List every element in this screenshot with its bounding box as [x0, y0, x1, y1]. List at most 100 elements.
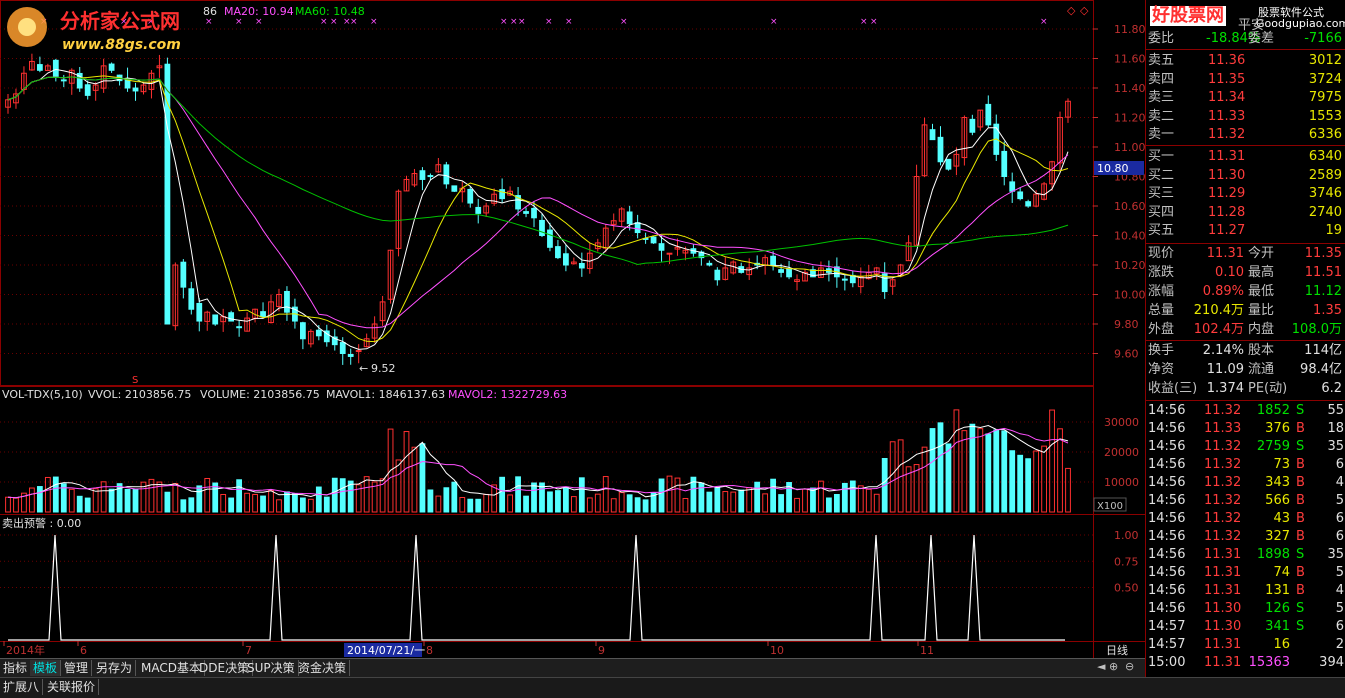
signal-marker-icon: ×: [350, 17, 358, 27]
zoom-out-icon[interactable]: ⊖: [1125, 660, 1134, 673]
volume-bar: [467, 498, 474, 513]
mavol1-line: [7, 424, 1069, 499]
tick-time: 14:57: [1148, 637, 1186, 652]
tick-time: 14:57: [1148, 619, 1186, 634]
toolbar-button[interactable]: 指标: [0, 660, 32, 676]
volume-bar: [188, 497, 195, 513]
sell-level-price: 11.36: [1208, 53, 1246, 68]
sell-level-row: 卖三 11.34 7975: [1146, 89, 1345, 107]
fundamental-label: 收益(三): [1148, 381, 1198, 396]
volume-bar: [212, 482, 219, 513]
fundamental-value: 1.374: [1206, 381, 1244, 396]
sell-level-volume: 6336: [1308, 127, 1342, 143]
cursor-date: 2014/07/21/一: [347, 644, 425, 657]
stat-label: 今开: [1248, 246, 1275, 261]
zoom-in-icon[interactable]: ⊕: [1109, 660, 1118, 673]
tick-price: 11.33: [1204, 421, 1242, 436]
candle-body: [650, 236, 657, 244]
stat-row: 现价 11.31 今开 11.35: [1146, 245, 1345, 263]
volume-bar: [44, 476, 51, 513]
toolbar-button[interactable]: 模板: [30, 660, 62, 676]
signal-marker-icon: ×: [518, 17, 526, 27]
volume-bar: [810, 487, 816, 513]
bottom-toolbar-button[interactable]: 关联报价: [44, 679, 100, 695]
signal-marker-icon: ×: [320, 17, 328, 27]
candle-body: [1009, 181, 1016, 192]
price-tick-label: 9.80: [1114, 318, 1139, 331]
tick-direction: B: [1296, 511, 1305, 526]
stat-label: 外盘: [1148, 322, 1175, 337]
candle-body: [770, 255, 777, 266]
close-icon[interactable]: ◇: [1080, 4, 1089, 17]
volume-bar: [555, 490, 561, 513]
volume-bar: [307, 498, 314, 513]
stat-value: 11.31: [1206, 246, 1244, 261]
candle-body: [315, 329, 322, 337]
candle-body: [228, 312, 235, 322]
volume-bar: [706, 491, 713, 513]
candle-body: [260, 311, 266, 318]
volume-bars: [5, 409, 1071, 513]
ma60-label: MA60: 10.48: [295, 5, 365, 18]
volume-bar: [323, 496, 330, 513]
sell-level-volume: 1553: [1308, 108, 1342, 124]
volume-bar: [451, 481, 458, 513]
toolbar-button[interactable]: 资金决策: [295, 660, 351, 676]
tick-volume: 73: [1273, 457, 1290, 472]
volume-bar: [1009, 450, 1016, 513]
stat-label: 量比: [1248, 303, 1275, 318]
period-label[interactable]: 日线: [1106, 643, 1128, 657]
candle-body: [666, 252, 673, 255]
volume-bar: [268, 489, 274, 513]
tick-count: 4: [1335, 475, 1344, 490]
tick-volume: 343: [1265, 475, 1290, 490]
toolbar-button[interactable]: 管理: [61, 660, 93, 676]
toolbar-button[interactable]: MACD基本: [138, 660, 205, 676]
tick-price: 11.30: [1204, 619, 1242, 634]
volume-bar: [937, 422, 944, 513]
fundamental-value: 98.4亿: [1300, 362, 1342, 377]
bottom-toolbar-button[interactable]: 扩展八: [0, 679, 44, 695]
buy-level-label: 买三: [1148, 186, 1175, 202]
volume-bar: [658, 478, 665, 513]
buy-level-price: 11.28: [1208, 204, 1246, 220]
tick-volume: 376: [1265, 421, 1290, 436]
stat-row: 涨跌 0.10 最高 11.51: [1146, 264, 1345, 282]
toolbar-button[interactable]: 另存为: [93, 660, 137, 676]
volume-bar: [826, 497, 832, 513]
tick-row: 14:56 11.32 566 B 5: [1146, 492, 1345, 510]
candle-body: [539, 219, 545, 236]
price-tick-label: 11.80: [1114, 23, 1145, 36]
volume-bar: [1041, 445, 1047, 513]
signal-marker-icon: ×: [330, 17, 338, 27]
candle-body: [284, 290, 290, 313]
stat-label: 内盘: [1248, 322, 1275, 337]
volume-bar: [347, 480, 354, 513]
sell-level-price: 11.33: [1208, 108, 1246, 124]
volume-bar: [276, 499, 282, 513]
volume-bar: [674, 477, 681, 513]
buy-level-label: 买一: [1148, 149, 1175, 164]
tick-count: 18: [1327, 421, 1344, 436]
scroll-left-icon[interactable]: ◄: [1097, 660, 1105, 673]
volume-bar: [220, 493, 227, 513]
minimize-icon[interactable]: ◇: [1067, 4, 1076, 17]
volume-bar: [993, 429, 1000, 513]
fundamental-row: 换手 2.14% 股本 114亿: [1146, 342, 1345, 360]
volume-bar: [124, 488, 131, 513]
logo-text: 分析家公式网: [60, 9, 180, 33]
alert-header: 卖出预警 : 0.00: [2, 516, 81, 530]
price-grid: [0, 28, 1093, 354]
kline-chart[interactable]: 11.80 11.60 11.40 11.20 11.00 10.80 10.60 10.40…: [0, 0, 1145, 658]
tick-row: 14:56 11.32 73 B 6: [1146, 456, 1345, 474]
fundamental-label: 流通: [1248, 362, 1275, 377]
wei-cha-label: 委差: [1248, 31, 1275, 46]
toolbar-button[interactable]: SUP决策: [244, 660, 299, 676]
candle-body: [547, 229, 553, 248]
buy-level-label: 买四: [1148, 204, 1175, 220]
candle-body: [929, 129, 936, 141]
candle-body: [937, 136, 944, 163]
volume-bar: [459, 496, 466, 513]
tick-volume: 2759: [1256, 439, 1290, 454]
volume-bar: [539, 482, 545, 513]
